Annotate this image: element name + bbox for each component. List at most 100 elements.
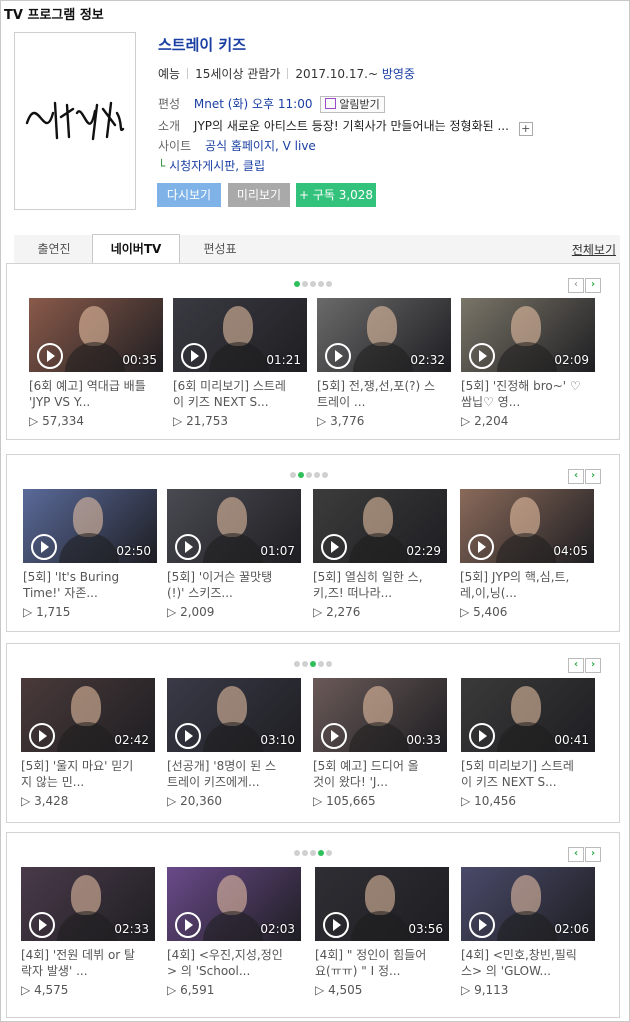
page-dot[interactable] bbox=[298, 472, 304, 478]
chevron-left-icon[interactable]: ‹ bbox=[568, 469, 584, 484]
chevron-right-icon[interactable]: › bbox=[585, 847, 601, 862]
page-dot[interactable] bbox=[322, 472, 328, 478]
play-icon[interactable] bbox=[31, 534, 57, 560]
video-thumbnail[interactable]: 00:41 bbox=[461, 678, 595, 752]
video-title-line: [6회 미리보기] 스트레 bbox=[173, 379, 286, 393]
page-dot[interactable] bbox=[326, 661, 332, 667]
video-title[interactable]: [5회] '이거슨 꿀맛탱 (!)' 스키즈... bbox=[167, 569, 307, 601]
chevron-right-icon[interactable]: › bbox=[585, 278, 601, 293]
video-title[interactable]: [5회 예고] 드디어 올 것이 왔다! 'J... bbox=[313, 758, 453, 790]
page-dot[interactable] bbox=[290, 472, 296, 478]
video-title-line: 지 않는 민... bbox=[21, 775, 85, 789]
viewer-links[interactable]: 시청자게시판, 클립 bbox=[169, 159, 265, 173]
video-thumbnail[interactable]: 02:03 bbox=[167, 867, 301, 941]
video-thumbnail[interactable]: 02:06 bbox=[461, 867, 595, 941]
video-title[interactable]: [4회] '전원 데뷔 or 탈 락자 발생' ... bbox=[21, 947, 161, 979]
video-title-line: 스> 의 'GLOW... bbox=[461, 964, 551, 978]
page-indicator[interactable] bbox=[293, 272, 333, 287]
chevron-right-icon[interactable]: › bbox=[585, 658, 601, 673]
video-title[interactable]: [5회] 'It's Buring Time!' 자존... bbox=[23, 569, 163, 601]
view-all-link[interactable]: 전체보기 bbox=[572, 241, 616, 258]
video-thumbnail[interactable]: 03:10 bbox=[167, 678, 301, 752]
video-title[interactable]: [4회] <우진,지성,정인 > 의 'School... bbox=[167, 947, 307, 979]
video-thumbnail[interactable]: 04:05 bbox=[460, 489, 594, 563]
tab-navertv[interactable]: 네이버TV bbox=[92, 234, 180, 264]
play-icon[interactable] bbox=[321, 723, 347, 749]
play-icon[interactable] bbox=[175, 534, 201, 560]
page-dot[interactable] bbox=[294, 281, 300, 287]
page-dot[interactable] bbox=[302, 661, 308, 667]
program-title[interactable]: 스트레이 키즈 bbox=[158, 34, 246, 55]
play-icon[interactable] bbox=[468, 534, 494, 560]
page-dot[interactable] bbox=[326, 281, 332, 287]
page-indicator[interactable] bbox=[293, 652, 333, 667]
play-icon[interactable] bbox=[325, 343, 351, 369]
video-title[interactable]: [5회] 열심히 일한 스, 키,즈! 떠나라... bbox=[313, 569, 453, 601]
play-icon[interactable] bbox=[469, 723, 495, 749]
video-title[interactable]: [4회] <민호,창빈,필릭스> 의 'GLOW... bbox=[461, 947, 601, 979]
video-thumbnail[interactable]: 02:32 bbox=[317, 298, 451, 372]
page-dot[interactable] bbox=[294, 850, 300, 856]
video-title[interactable]: [6회 미리보기] 스트레 이 키즈 NEXT S... bbox=[173, 378, 313, 410]
video-thumbnail[interactable]: 00:33 bbox=[313, 678, 447, 752]
video-title[interactable]: [5회] JYP의 핵,심,트, 레,이,닝(... bbox=[460, 569, 600, 601]
page-dot[interactable] bbox=[318, 850, 324, 856]
video-title[interactable]: [5회] '진정해 bro~' ♡ 쌈닙♡ 영... bbox=[461, 378, 601, 410]
view-count-value: 10,456 bbox=[474, 794, 517, 808]
page-dot[interactable] bbox=[302, 281, 308, 287]
page-dot[interactable] bbox=[310, 281, 316, 287]
video-thumbnail[interactable]: 02:50 bbox=[23, 489, 157, 563]
play-icon[interactable] bbox=[469, 343, 495, 369]
page-dot[interactable] bbox=[306, 472, 312, 478]
play-icon[interactable] bbox=[469, 912, 495, 938]
page-dot[interactable] bbox=[318, 661, 324, 667]
video-title[interactable]: [선공개] '8명이 된 스 트레이 키즈에게... bbox=[167, 758, 307, 790]
video-thumbnail[interactable]: 01:07 bbox=[167, 489, 301, 563]
replay-button[interactable]: 다시보기 bbox=[157, 183, 221, 207]
video-title-line: [4회] <민호,창빈,필릭 bbox=[461, 948, 577, 962]
video-thumbnail[interactable]: 02:33 bbox=[21, 867, 155, 941]
page-indicator[interactable] bbox=[289, 463, 329, 478]
preview-button[interactable]: 미리보기 bbox=[228, 183, 290, 207]
page-dot[interactable] bbox=[314, 472, 320, 478]
play-icon[interactable] bbox=[181, 343, 207, 369]
play-icon[interactable] bbox=[29, 723, 55, 749]
page-dot[interactable] bbox=[302, 850, 308, 856]
video-thumbnail[interactable]: 02:09 bbox=[461, 298, 595, 372]
page-indicator[interactable] bbox=[293, 841, 333, 856]
page-dot[interactable] bbox=[318, 281, 324, 287]
tab-cast[interactable]: 출연진 bbox=[18, 235, 90, 263]
program-poster[interactable] bbox=[14, 32, 136, 210]
play-icon[interactable] bbox=[321, 534, 347, 560]
page-dot[interactable] bbox=[310, 661, 316, 667]
play-icon[interactable] bbox=[37, 343, 63, 369]
page-dot[interactable] bbox=[310, 850, 316, 856]
expand-intro-button[interactable]: + bbox=[518, 122, 533, 136]
video-title[interactable]: [5회] '울지 마요' 믿기 지 않는 민... bbox=[21, 758, 161, 790]
video-thumbnail[interactable]: 03:56 bbox=[315, 867, 449, 941]
video-thumbnail[interactable]: 02:42 bbox=[21, 678, 155, 752]
alarm-button[interactable]: 알림받기 bbox=[320, 96, 385, 113]
video-title[interactable]: [5회 미리보기] 스트레 이 키즈 NEXT S... bbox=[461, 758, 601, 790]
play-icon[interactable] bbox=[323, 912, 349, 938]
video-thumbnail[interactable]: 01:21 bbox=[173, 298, 307, 372]
page-dot[interactable] bbox=[326, 850, 332, 856]
play-icon[interactable] bbox=[175, 723, 201, 749]
play-count-icon: ▷ bbox=[29, 414, 39, 428]
video-title[interactable]: [6회 예고] 역대급 배틀 'JYP VS Y... bbox=[29, 378, 169, 410]
chevron-left-icon[interactable]: ‹ bbox=[568, 278, 584, 293]
page-dot[interactable] bbox=[294, 661, 300, 667]
play-icon[interactable] bbox=[175, 912, 201, 938]
subscribe-button[interactable]: + 구독 3,028 bbox=[296, 183, 376, 207]
play-icon[interactable] bbox=[29, 912, 55, 938]
chevron-left-icon[interactable]: ‹ bbox=[568, 847, 584, 862]
chevron-left-icon[interactable]: ‹ bbox=[568, 658, 584, 673]
video-title[interactable]: [5회] 전,쟁,선,포(?) 스 트레이 ... bbox=[317, 378, 457, 410]
site-links[interactable]: 공식 홈페이지, V live bbox=[205, 139, 316, 153]
chevron-right-icon[interactable]: › bbox=[585, 469, 601, 484]
video-thumbnail[interactable]: 00:35 bbox=[29, 298, 163, 372]
video-thumbnail[interactable]: 02:29 bbox=[313, 489, 447, 563]
video-title[interactable]: [4회] " 정인이 힘들어 요(ㅠㅠ) " I 정... bbox=[315, 947, 455, 979]
schedule-value[interactable]: Mnet (화) 오후 11:00 bbox=[194, 97, 313, 111]
tab-schedule[interactable]: 편성표 bbox=[182, 235, 258, 263]
